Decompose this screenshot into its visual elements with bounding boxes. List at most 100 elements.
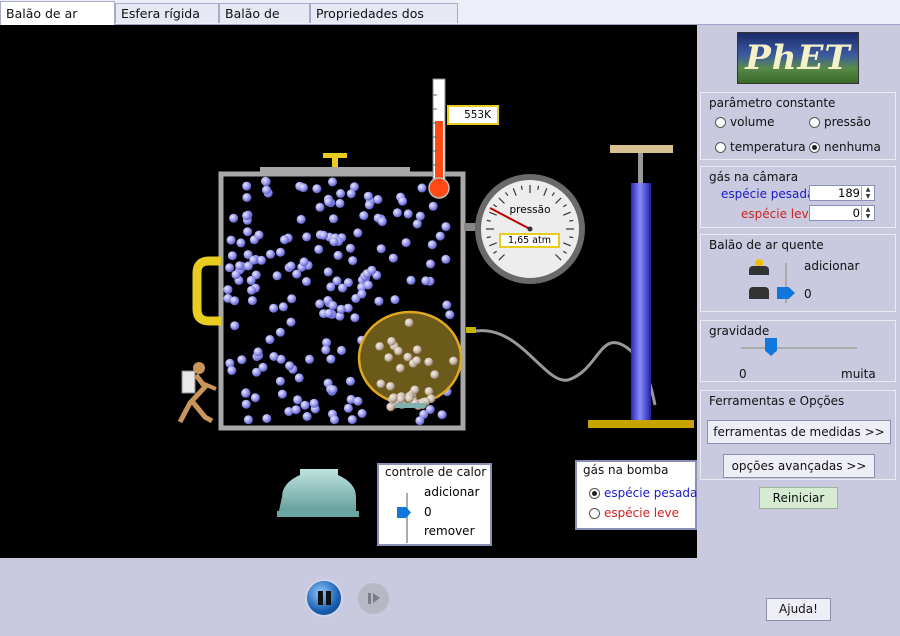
balloon-particle [412,356,422,365]
gas-particle [272,271,282,281]
gas-particle [266,249,275,259]
measurement-tools-button[interactable]: ferramentas de medidas >> [707,420,891,444]
tools-panel: Ferramentas e Opções ferramentas de medi… [700,390,896,480]
gas-particle [302,412,312,421]
bottom-bar: Ajuda! [0,558,900,636]
gas-particle [428,201,438,211]
gas-particle [343,403,353,413]
gas-particle [445,310,455,320]
pump-rod [638,153,643,183]
gas-particle [314,244,324,254]
gas-particle [332,276,342,286]
step-button[interactable] [358,583,389,614]
thermometer-bulb [428,177,450,199]
option-none[interactable]: nenhuma [809,140,881,154]
balloon-particle [384,353,394,362]
gas-particle [328,177,337,187]
tab-rigid-sphere[interactable]: Esfera rígida oca [115,3,219,41]
gas-particle [324,308,334,318]
spinner-arrows-icon[interactable]: ▲ ▼ [861,206,874,220]
gravity-panel: gravidade 0 muita [700,320,896,382]
radio-icon[interactable] [715,117,726,128]
tab-helium-balloon[interactable]: Balão de hélio [219,3,310,41]
balloon-particle [403,352,413,362]
gas-particle [374,296,384,306]
heat-add-label: adicionar [424,485,480,499]
gas-particle [441,222,451,232]
gas-particle [286,261,296,271]
gas-particle [392,208,402,218]
radio-icon[interactable] [589,508,600,519]
gas-particle [336,304,346,314]
gas-particle [252,367,261,377]
radio-icon[interactable] [809,117,820,128]
control-panel: PhET parâmetro constante volume pressão … [698,26,900,516]
gas-particle [269,352,279,361]
gas-particle [321,345,331,355]
option-pressure-label: pressão [824,115,871,129]
heavy-species-spinner[interactable]: 189 ▲ ▼ [809,185,875,201]
gas-particle [377,217,387,227]
gauge-tick [486,219,491,222]
pump-cylinder [631,183,651,421]
gas-particle [442,300,452,310]
pump-handle[interactable] [610,145,673,153]
gas-particle [254,230,264,240]
gas-particle [247,296,257,306]
radio-icon[interactable] [589,488,600,499]
gas-particle [229,213,239,223]
heat-slider-thumb[interactable] [397,507,411,518]
gas-particle [296,214,306,224]
gas-particle [435,231,445,241]
balloon-particle [424,357,434,367]
balloon-particle [449,356,458,366]
gas-particle [230,321,240,331]
gas-particle [241,399,251,409]
heat-value: 0 [424,505,432,519]
pump-gas-title: gás na bomba [583,463,669,477]
gas-particle [312,184,322,194]
option-pressure[interactable]: pressão [809,115,871,129]
option-volume[interactable]: volume [715,115,774,129]
gas-particle [291,405,301,415]
gas-particle [275,327,285,337]
lid-handle[interactable] [323,153,347,158]
gas-particle [231,270,241,280]
balloon-basket [395,403,425,408]
gas-particle [338,283,347,293]
pump-gas-heavy-option[interactable]: espécie pesada [589,486,697,500]
light-species-spinner[interactable]: 0 ▲ ▼ [809,205,875,221]
help-button[interactable]: Ajuda! [766,598,831,621]
advanced-options-button[interactable]: opções avançadas >> [723,454,875,478]
balloon-particle [386,382,395,391]
balloon-slider-thumb[interactable] [777,287,795,299]
radio-icon[interactable] [809,142,820,153]
gas-particle [242,211,252,221]
gas-particle [236,238,246,248]
gravity-slider-thumb[interactable] [765,338,777,356]
option-temperature[interactable]: temperatura [715,140,806,154]
gauge-tick [520,185,523,190]
gas-particle [346,376,355,386]
balloon-particle [413,345,422,355]
pump-hose [475,329,657,406]
pump-gas-light-option[interactable]: espécie leve [589,506,679,520]
gas-particle [249,255,259,265]
gravity-slider-track [741,347,857,349]
pause-button[interactable] [305,579,343,617]
tab-hot-air-balloon[interactable]: Balão de ar quente [0,1,115,45]
chamber-handle[interactable] [192,256,221,326]
gas-particle [262,185,271,195]
gauge-tick [537,185,540,190]
gas-particle [373,195,383,204]
radio-icon[interactable] [715,142,726,153]
gravity-max-label: muita [841,367,876,381]
tab-gas-properties[interactable]: Propriedades dos Gases [310,3,458,41]
spinner-arrows-icon[interactable]: ▲ ▼ [861,186,874,200]
heat-control-panel: controle de calor adicionar 0 remover [377,463,492,546]
gas-particle [388,253,398,263]
balloon-particle [375,342,385,351]
reset-button[interactable]: Reiniciar [759,487,838,509]
gas-particle [346,189,356,199]
thermometer-mercury [435,121,443,187]
